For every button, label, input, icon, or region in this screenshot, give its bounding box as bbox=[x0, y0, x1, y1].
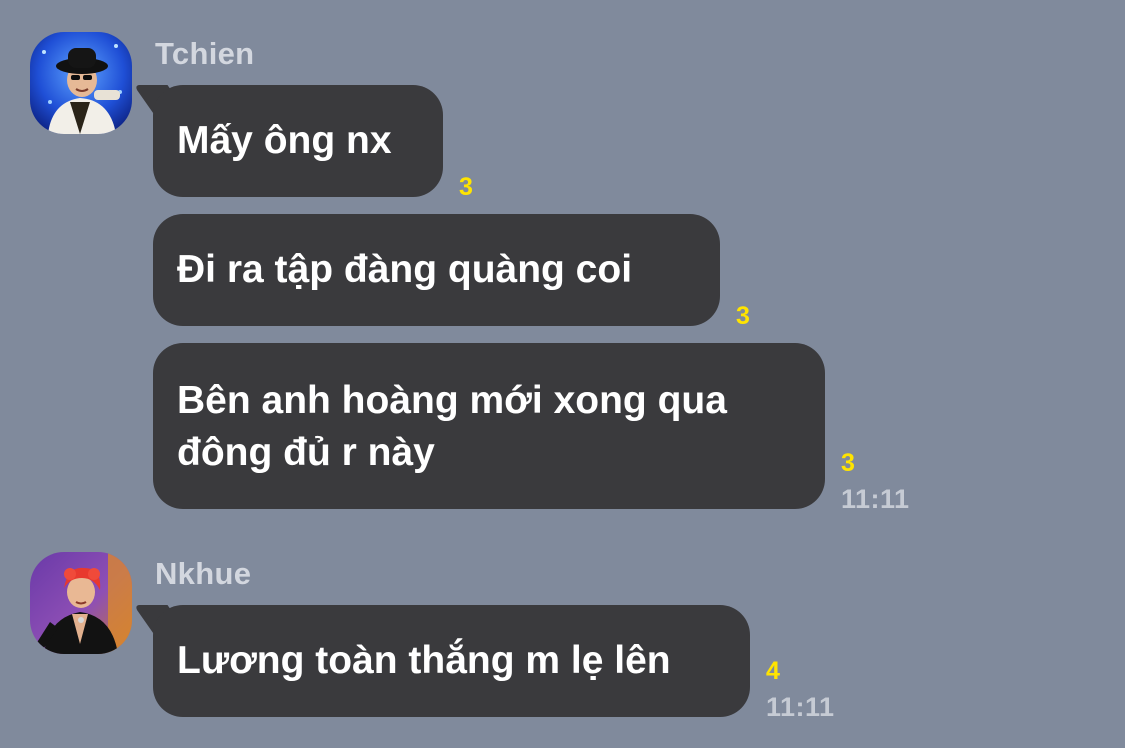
message-bubble[interactable]: Bên anh hoàng mới xong qua đông đủ r này bbox=[153, 343, 825, 509]
sender-name: Nkhue bbox=[155, 556, 252, 591]
message-bubble[interactable]: Đi ra tập đàng quàng coi bbox=[153, 214, 720, 326]
timestamp: 11:11 bbox=[841, 484, 910, 514]
read-count: 3 bbox=[841, 449, 855, 477]
read-count: 3 bbox=[459, 173, 473, 201]
read-count: 3 bbox=[736, 302, 750, 330]
profile-photo-icon bbox=[30, 552, 132, 654]
message-text: Lương toàn thắng m lẹ lên bbox=[177, 639, 671, 682]
chat-thread: Tchien Mấy ông nx 3 Đi ra tập đàng quàng… bbox=[0, 0, 1125, 748]
avatar-tchien[interactable] bbox=[30, 32, 132, 134]
sender-name: Tchien bbox=[155, 36, 255, 71]
message-text-line: đông đủ r này bbox=[177, 431, 435, 474]
timestamp: 11:11 bbox=[766, 692, 835, 722]
message-text: Đi ra tập đàng quàng coi bbox=[177, 248, 633, 291]
message-text-line: Bên anh hoàng mới xong qua bbox=[177, 379, 727, 422]
read-count: 4 bbox=[766, 657, 780, 685]
profile-photo-icon bbox=[30, 32, 132, 134]
message-text: Mấy ông nx bbox=[177, 119, 392, 162]
message-bubble[interactable]: Lương toàn thắng m lẹ lên bbox=[153, 605, 750, 717]
avatar-nkhue[interactable] bbox=[30, 552, 132, 654]
message-bubble[interactable]: Mấy ông nx bbox=[153, 85, 443, 197]
